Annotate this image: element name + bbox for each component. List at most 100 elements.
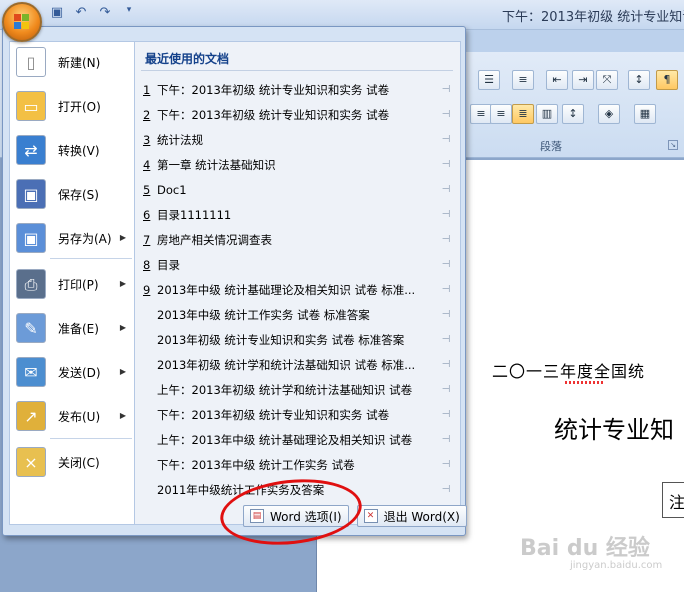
pin-icon[interactable]: ⊣	[439, 253, 453, 277]
pin-icon[interactable]: ⊣	[439, 328, 453, 352]
increase-indent-button[interactable]: ⇥	[572, 70, 594, 90]
menu-item-5[interactable]: ⎙ 打印(P) ▶	[10, 264, 134, 304]
recent-document-item[interactable]: 2013年初级 统计学和统计法基础知识 试卷 标准... ⊣	[143, 353, 453, 377]
menu-item-2[interactable]: ⇄ 转换(V)	[10, 130, 134, 170]
align-right-button[interactable]: ≡	[490, 104, 512, 124]
sort-button[interactable]: ↕	[628, 70, 650, 90]
pin-icon[interactable]: ⊣	[439, 353, 453, 377]
pin-icon[interactable]: ⊣	[439, 278, 453, 302]
save-icon[interactable]: ▣	[48, 5, 66, 23]
pin-icon[interactable]: ⊣	[439, 403, 453, 427]
recent-item-name: 2013年中级 统计基础理论及相关知识 试卷 标准...	[157, 283, 416, 297]
pin-icon[interactable]: ⊣	[439, 103, 453, 127]
submenu-arrow-icon: ▶	[119, 323, 126, 332]
numbering-button[interactable]: ≡	[512, 70, 534, 90]
office-button[interactable]	[2, 2, 42, 42]
menu-item-label: 另存为(A)	[58, 231, 112, 246]
show-marks-button[interactable]: ¶	[656, 70, 678, 90]
menu-item-label: 转换(V)	[58, 143, 100, 158]
customize-qat-icon[interactable]: ▾	[120, 5, 138, 23]
exit-word-button[interactable]: ✕ 退出 Word(X)	[356, 505, 467, 527]
shading-button[interactable]: ◈	[598, 104, 620, 124]
recent-document-item[interactable]: 9 2013年中级 统计基础理论及相关知识 试卷 标准... ⊣	[143, 278, 453, 302]
recent-document-item[interactable]: 上午：2013年中级 统计基础理论及相关知识 试卷 ⊣	[143, 428, 453, 452]
office-menu: ▯ 新建(N) ▭ 打开(O) ⇄ 转换(V) ▣ 保存(S) ▣ 另存为(A) ▶ ⎙ 打印(P) ▶ ✎…	[2, 26, 467, 536]
redo-icon[interactable]: ↷	[96, 5, 114, 23]
recent-item-number: 3	[143, 133, 151, 147]
decrease-indent-button[interactable]: ⇤	[546, 70, 568, 90]
pin-icon[interactable]: ⊣	[439, 78, 453, 102]
pin-icon[interactable]: ⊣	[439, 453, 453, 477]
bullets-button[interactable]: ☰	[478, 70, 500, 90]
menu-item-7[interactable]: ✉ 发送(D) ▶	[10, 352, 134, 392]
recent-item-number: 2	[143, 108, 151, 122]
asian-layout-button[interactable]: ⤧	[596, 70, 618, 90]
recent-item-number: 8	[143, 258, 151, 272]
document-note-text: 注	[669, 493, 684, 512]
menu-item-3[interactable]: ▣ 保存(S)	[10, 174, 134, 214]
menu-item-label: 发送(D)	[58, 365, 101, 380]
recent-item-name: 目录1111111	[157, 208, 232, 222]
pin-icon[interactable]: ⊣	[439, 478, 453, 502]
exit-icon: ✕	[363, 509, 378, 523]
menu-item-9[interactable]: ⨯ 关闭(C)	[10, 442, 134, 482]
recent-document-item[interactable]: 8 目录 ⊣	[143, 253, 453, 277]
menu-item-4[interactable]: ▣ 另存为(A) ▶	[10, 218, 134, 258]
borders-button[interactable]: ▦	[634, 104, 656, 124]
recent-document-item[interactable]: 3 统计法规 ⊣	[143, 128, 453, 152]
prepare-icon: ✎	[16, 313, 46, 343]
recent-document-item[interactable]: 上午：2013年初级 统计学和统计法基础知识 试卷 ⊣	[143, 378, 453, 402]
recent-documents-header: 最近使用的文档	[145, 52, 230, 66]
recent-item-number: 6	[143, 208, 151, 222]
menu-separator	[50, 258, 132, 259]
submenu-arrow-icon: ▶	[119, 411, 126, 420]
recent-document-item[interactable]: 6 目录1111111 ⊣	[143, 203, 453, 227]
justify-button[interactable]: ≣	[512, 104, 534, 124]
print-icon: ⎙	[16, 269, 46, 299]
recent-item-number: 4	[143, 158, 151, 172]
recent-document-item[interactable]: 7 房地产相关情况调查表 ⊣	[143, 228, 453, 252]
recent-item-name: 上午：2013年初级 统计学和统计法基础知识 试卷	[157, 383, 413, 397]
convert-icon: ⇄	[16, 135, 46, 165]
recent-item-name: 第一章 统计法基础知识	[157, 158, 276, 172]
align-center-button[interactable]: ≡	[470, 104, 492, 124]
office-menu-commands: ▯ 新建(N) ▭ 打开(O) ⇄ 转换(V) ▣ 保存(S) ▣ 另存为(A) ▶ ⎙ 打印(P) ▶ ✎…	[9, 41, 135, 525]
recent-document-item[interactable]: 4 第一章 统计法基础知识 ⊣	[143, 153, 453, 177]
recent-document-item[interactable]: 2013年初级 统计专业知识和实务 试卷 标准答案 ⊣	[143, 328, 453, 352]
pin-icon[interactable]: ⊣	[439, 178, 453, 202]
window-title: 下午：2013年初级 统计专业知识	[502, 10, 684, 25]
submenu-arrow-icon: ▶	[119, 367, 126, 376]
menu-item-label: 打开(O)	[58, 99, 101, 114]
pin-icon[interactable]: ⊣	[439, 228, 453, 252]
recent-item-number: 7	[143, 233, 151, 247]
menu-item-8[interactable]: ↗ 发布(U) ▶	[10, 396, 134, 436]
menu-item-0[interactable]: ▯ 新建(N)	[10, 42, 134, 82]
dialog-launcher-icon[interactable]: ↘	[668, 140, 678, 150]
save-as-icon: ▣	[16, 223, 46, 253]
publish-icon: ↗	[16, 401, 46, 431]
pin-icon[interactable]: ⊣	[439, 153, 453, 177]
recent-document-item[interactable]: 下午：2013年中级 统计工作实务 试卷 ⊣	[143, 453, 453, 477]
recent-document-item[interactable]: 1 下午：2013年初级 统计专业知识和实务 试卷 ⊣	[143, 78, 453, 102]
recent-document-item[interactable]: 2013年中级 统计工作实务 试卷 标准答案 ⊣	[143, 303, 453, 327]
distribute-button[interactable]: ▥	[536, 104, 558, 124]
menu-item-1[interactable]: ▭ 打开(O)	[10, 86, 134, 126]
recent-document-item[interactable]: 2 下午：2013年初级 统计专业知识和实务 试卷 ⊣	[143, 103, 453, 127]
recent-item-name: 房地产相关情况调查表	[157, 233, 272, 247]
menu-item-label: 关闭(C)	[58, 455, 100, 470]
watermark-text: Bai du 经验	[520, 536, 650, 561]
pin-icon[interactable]: ⊣	[439, 128, 453, 152]
send-icon: ✉	[16, 357, 46, 387]
recent-document-item[interactable]: 5 Doc1 ⊣	[143, 178, 453, 202]
pin-icon[interactable]: ⊣	[439, 428, 453, 452]
recent-item-name: 2013年初级 统计专业知识和实务 试卷 标准答案	[157, 333, 405, 347]
undo-icon[interactable]: ↶	[72, 5, 90, 23]
recent-item-name: 2013年初级 统计学和统计法基础知识 试卷 标准...	[157, 358, 416, 372]
pin-icon[interactable]: ⊣	[439, 378, 453, 402]
pin-icon[interactable]: ⊣	[439, 303, 453, 327]
recent-item-name: 统计法规	[157, 133, 203, 147]
menu-item-6[interactable]: ✎ 准备(E) ▶	[10, 308, 134, 348]
recent-document-item[interactable]: 下午：2013年初级 统计专业知识和实务 试卷 ⊣	[143, 403, 453, 427]
pin-icon[interactable]: ⊣	[439, 203, 453, 227]
line-spacing-button[interactable]: ↕	[562, 104, 584, 124]
